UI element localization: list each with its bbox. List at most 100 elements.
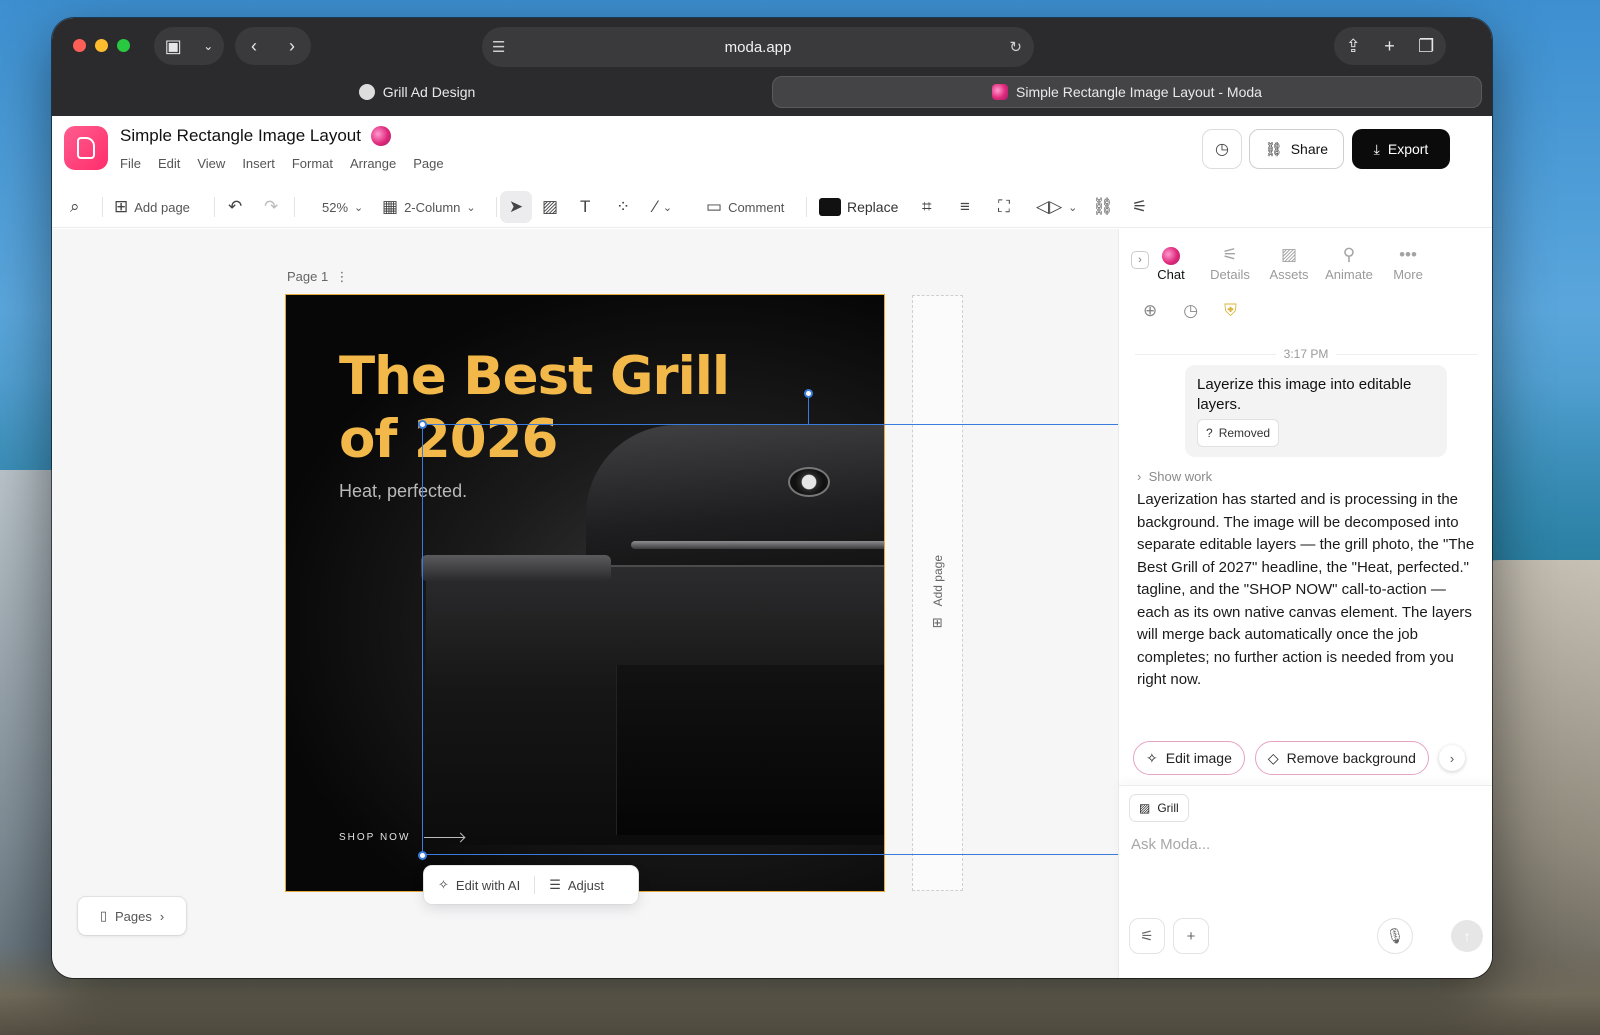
tab-assets[interactable]: ▨ Assets — [1259, 243, 1319, 282]
replace-button[interactable]: Replace — [819, 191, 898, 223]
ad-headline[interactable]: The Best Grill of 2026 — [339, 345, 759, 471]
menu-format[interactable]: Format — [292, 156, 333, 171]
close-window-button[interactable] — [73, 39, 86, 52]
adjust-button[interactable]: ☰ Adjust — [535, 877, 618, 893]
menu-page[interactable]: Page — [413, 156, 443, 171]
menu-file[interactable]: File — [120, 156, 141, 171]
image-icon: ▨ — [1139, 801, 1151, 815]
menu-edit[interactable]: Edit — [158, 156, 180, 171]
tab-more[interactable]: ••• More — [1378, 243, 1438, 282]
attach-button[interactable]: + — [1173, 918, 1209, 954]
add-page-button[interactable]: ⊞ Add page — [114, 191, 190, 223]
voice-button[interactable]: 🎙︎ — [1377, 918, 1413, 954]
chevron-down-icon: ⌄ — [354, 201, 364, 214]
comment-label: Comment — [728, 199, 785, 215]
redo-button[interactable]: ↷ — [264, 191, 278, 223]
document-title[interactable]: Simple Rectangle Image Layout — [120, 126, 391, 146]
toolbar-divider — [496, 197, 497, 217]
artboard[interactable]: The Best Grill of 2026 Heat, perfected. … — [285, 294, 885, 892]
layout-select[interactable]: ▦ 2-Column ⌄ — [382, 191, 476, 223]
clock-icon: ◷ — [1215, 141, 1229, 158]
cursor-icon: ➤ — [508, 197, 524, 216]
add-page-strip[interactable]: Add page ⊞ — [912, 295, 963, 891]
tab-grill-ad-design[interactable]: Grill Ad Design — [62, 76, 772, 108]
shield-code-icon[interactable]: ⛨ — [1224, 301, 1237, 321]
comment-button[interactable]: ▭ Comment — [706, 191, 784, 223]
new-tab-icon[interactable]: + — [1384, 36, 1395, 57]
download-icon: ⤓ — [1373, 140, 1380, 157]
tab-chat[interactable]: Chat — [1141, 243, 1201, 282]
moda-ai-icon — [370, 126, 391, 146]
resize-handle-bottom-left[interactable] — [418, 851, 427, 860]
send-button[interactable]: ↑ — [1451, 920, 1483, 952]
more-suggestions-button[interactable]: › — [1439, 745, 1465, 771]
line-tool-button[interactable]: ⁄ ⌄ — [654, 191, 672, 223]
address-text: moda.app — [724, 38, 792, 56]
back-button[interactable]: ‹ — [251, 36, 257, 57]
export-button[interactable]: ⤓ Export — [1352, 129, 1450, 169]
remove-background-chip[interactable]: ◇ Remove background — [1254, 741, 1429, 775]
adjust-settings-button[interactable]: ⚟ — [1132, 191, 1147, 223]
moda-logo[interactable] — [64, 126, 108, 170]
kebab-icon[interactable]: ⋮ — [332, 269, 348, 284]
image-tool-button[interactable]: ▨ — [542, 191, 558, 223]
minimize-window-button[interactable] — [95, 39, 108, 52]
search-button[interactable]: ⌕ — [70, 191, 80, 223]
ad-cta[interactable]: SHOP NOW — [339, 832, 465, 843]
menu-arrange[interactable]: Arrange — [350, 156, 396, 171]
zoom-window-button[interactable] — [117, 39, 130, 52]
share-icon[interactable]: ⇪ — [1346, 36, 1361, 57]
zoom-value: 52% — [322, 199, 349, 215]
edit-image-chip[interactable]: ✧ Edit image — [1133, 741, 1245, 775]
chat-input[interactable] — [1131, 836, 1471, 853]
page-label[interactable]: Page 1 ⋮ — [287, 269, 348, 285]
align-button[interactable]: ≡ — [960, 191, 970, 223]
menu-view[interactable]: View — [197, 156, 225, 171]
crop-button[interactable]: ⌗ — [922, 191, 932, 223]
sidebar-toggle-button[interactable]: ▣ ⌄ — [154, 27, 224, 65]
pages-button[interactable]: ▯ Pages › — [78, 897, 186, 935]
removed-badge[interactable]: ? Removed — [1197, 419, 1280, 447]
image-thumbnail-icon — [819, 198, 841, 216]
composer-settings-button[interactable]: ⚟ — [1129, 918, 1165, 954]
chevron-down-icon: ⌄ — [203, 39, 214, 53]
context-chip[interactable]: ▨ Grill — [1129, 794, 1189, 822]
tab-animate[interactable]: ⚲ Animate — [1319, 243, 1379, 282]
resize-handle-top-left[interactable] — [418, 420, 427, 429]
add-page-strip-label: Add page — [930, 555, 945, 607]
zoom-select[interactable]: 52% ⌄ — [322, 191, 363, 223]
assistant-reply: Layerization has started and is processi… — [1137, 491, 1475, 688]
menu-insert[interactable]: Insert — [242, 156, 275, 171]
tab-label: Assets — [1269, 267, 1309, 282]
elements-tool-button[interactable]: ⁘ — [616, 191, 630, 223]
editor-canvas[interactable]: Page 1 ⋮ The Best Grill of 2026 Heat, pe… — [52, 229, 1118, 978]
fit-button[interactable]: ⛶ — [998, 191, 1010, 223]
toolbar-divider — [806, 197, 807, 217]
page-menu-icon[interactable]: ☰ — [492, 38, 505, 56]
forward-button[interactable]: › — [289, 36, 295, 57]
ad-tagline[interactable]: Heat, perfected. — [339, 481, 467, 502]
rotate-handle[interactable] — [804, 389, 813, 398]
edit-with-ai-button[interactable]: ✧ Edit with AI — [424, 877, 534, 893]
show-work-toggle[interactable]: › Show work — [1137, 469, 1212, 484]
flip-button[interactable]: ◁▷ ⌄ — [1036, 191, 1077, 223]
history-icon[interactable]: ◷ — [1183, 301, 1198, 321]
select-tool-button[interactable]: ➤ — [500, 191, 532, 223]
sliders-icon: ⚟ — [1132, 197, 1148, 216]
reload-icon[interactable]: ↻ — [1009, 38, 1022, 56]
share-button[interactable]: ⛓ Share — [1249, 129, 1344, 169]
tab-overview-icon[interactable]: ❐ — [1418, 36, 1434, 57]
link-button[interactable]: ⛓ — [1092, 191, 1114, 223]
tab-moda[interactable]: Simple Rectangle Image Layout - Moda — [772, 76, 1482, 108]
browser-actions: ⇪ + ❐ — [1334, 27, 1446, 65]
tab-details[interactable]: ⚟ Details — [1200, 243, 1260, 282]
version-history-button[interactable]: ◷ — [1202, 129, 1242, 169]
text-tool-button[interactable]: T — [580, 191, 590, 223]
editor-toolbar: ⌕ ⊞ Add page ↶ ↷ 52% ⌄ ▦ 2-Column ⌄ ➤ ▨ … — [52, 186, 1492, 228]
add-page-icon: ⊞ — [114, 197, 129, 216]
new-chat-icon[interactable]: ⊕ — [1143, 301, 1157, 321]
undo-button[interactable]: ↶ — [228, 191, 242, 223]
removed-badge-label: Removed — [1218, 426, 1271, 440]
question-icon: ? — [1206, 426, 1213, 440]
address-bar[interactable]: ☰ moda.app ↻ — [482, 27, 1034, 67]
